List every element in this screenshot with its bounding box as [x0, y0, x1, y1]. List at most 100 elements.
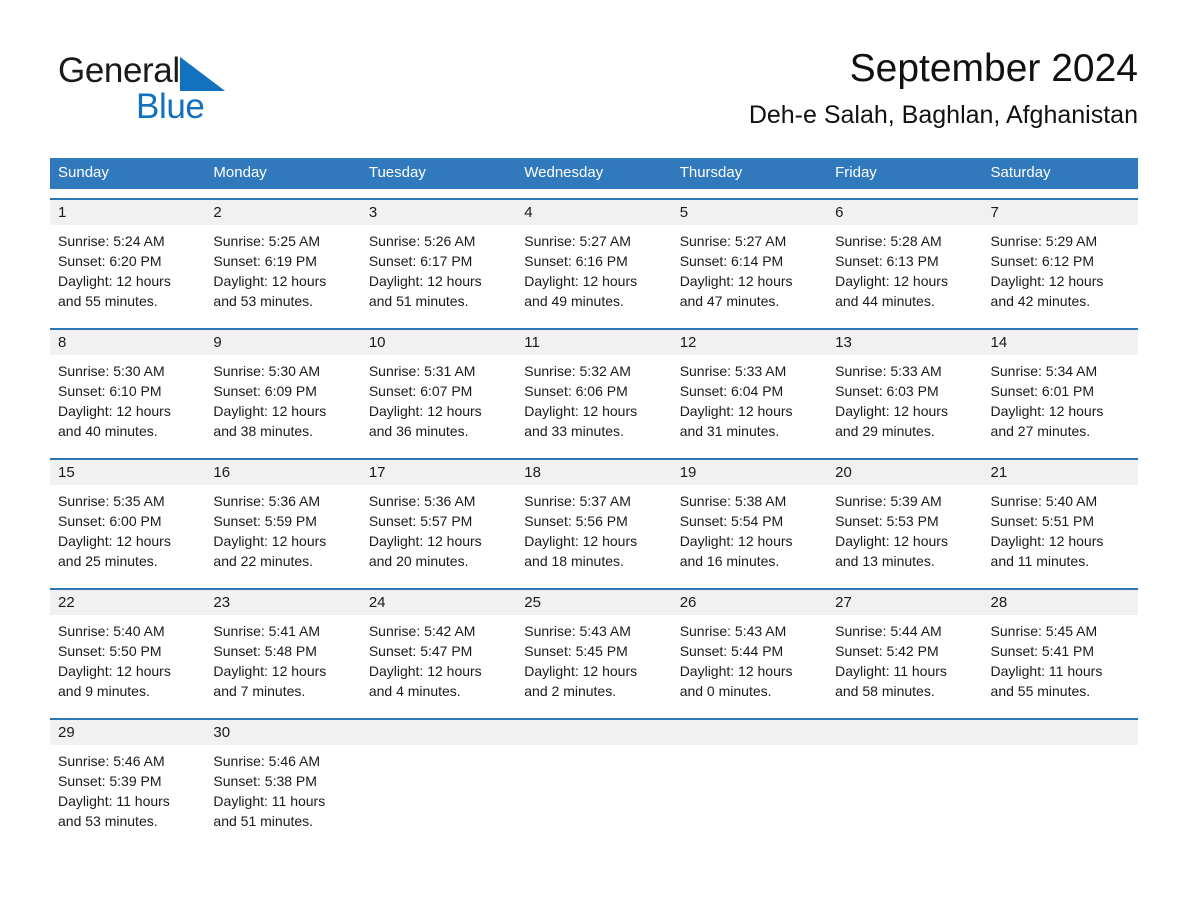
- day-number[interactable]: 25: [516, 590, 671, 615]
- daylight-text-line1: Daylight: 12 hours: [213, 663, 327, 679]
- daylight-text-line1: Daylight: 12 hours: [213, 403, 327, 419]
- daylight-text-line2: and 58 minutes.: [835, 683, 935, 699]
- day-number[interactable]: 12: [672, 330, 827, 355]
- day-number[interactable]: 23: [205, 590, 360, 615]
- sunrise-text: Sunrise: 5:46 AM: [58, 753, 165, 769]
- page-title: September 2024: [849, 47, 1138, 90]
- day-number[interactable]: 5: [672, 200, 827, 225]
- day-number[interactable]: 13: [827, 330, 982, 355]
- sunrise-text: Sunrise: 5:41 AM: [213, 623, 321, 639]
- day-cell[interactable]: Sunrise: 5:25 AM Sunset: 6:19 PM Dayligh…: [205, 225, 360, 319]
- daylight-text-line2: and 18 minutes.: [524, 553, 624, 569]
- daylight-text-line2: and 44 minutes.: [835, 293, 935, 309]
- brand-name-general: General: [58, 51, 180, 90]
- calendar-week-row: 1 2 3 4 5 6 7 Sunrise: 5:24 AM Sunset: 6…: [50, 198, 1138, 319]
- day-cell[interactable]: Sunrise: 5:27 AM Sunset: 6:14 PM Dayligh…: [672, 225, 827, 319]
- day-number[interactable]: 16: [205, 460, 360, 485]
- day-cell[interactable]: Sunrise: 5:34 AM Sunset: 6:01 PM Dayligh…: [983, 355, 1138, 449]
- sunset-text: Sunset: 6:13 PM: [835, 253, 939, 269]
- page-subtitle: Deh-e Salah, Baghlan, Afghanistan: [748, 101, 1138, 129]
- daylight-text-line2: and 47 minutes.: [679, 293, 780, 309]
- day-number[interactable]: 24: [361, 590, 516, 615]
- sunset-text: Sunset: 6:10 PM: [58, 383, 162, 399]
- day-number[interactable]: 15: [50, 460, 205, 485]
- day-cell[interactable]: Sunrise: 5:24 AM Sunset: 6:20 PM Dayligh…: [50, 225, 205, 319]
- day-cell[interactable]: Sunrise: 5:33 AM Sunset: 6:04 PM Dayligh…: [672, 355, 827, 449]
- day-number[interactable]: 9: [205, 330, 360, 355]
- day-number[interactable]: 10: [361, 330, 516, 355]
- sunrise-text: Sunrise: 5:40 AM: [990, 493, 1098, 509]
- day-cell[interactable]: Sunrise: 5:36 AM Sunset: 5:59 PM Dayligh…: [205, 485, 360, 579]
- day-number[interactable]: 26: [672, 590, 827, 615]
- day-cell[interactable]: Sunrise: 5:26 AM Sunset: 6:17 PM Dayligh…: [361, 225, 516, 319]
- day-cell[interactable]: Sunrise: 5:45 AM Sunset: 5:41 PM Dayligh…: [983, 615, 1138, 709]
- day-cell[interactable]: Sunrise: 5:36 AM Sunset: 5:57 PM Dayligh…: [361, 485, 516, 579]
- daylight-text-line1: Daylight: 12 hours: [990, 403, 1104, 419]
- day-number[interactable]: 20: [827, 460, 982, 485]
- day-cell[interactable]: Sunrise: 5:33 AM Sunset: 6:03 PM Dayligh…: [827, 355, 982, 449]
- day-number[interactable]: 18: [516, 460, 671, 485]
- day-number[interactable]: 29: [50, 720, 205, 745]
- daylight-text-line2: and 29 minutes.: [835, 423, 935, 439]
- calendar-grid: Sunday Monday Tuesday Wednesday Thursday…: [50, 158, 1138, 839]
- daylight-text-line1: Daylight: 12 hours: [679, 273, 793, 289]
- day-cell[interactable]: Sunrise: 5:43 AM Sunset: 5:44 PM Dayligh…: [672, 615, 827, 709]
- day-cell[interactable]: Sunrise: 5:42 AM Sunset: 5:47 PM Dayligh…: [361, 615, 516, 709]
- daylight-text-line1: Daylight: 12 hours: [524, 273, 638, 289]
- sunrise-text: Sunrise: 5:40 AM: [58, 623, 165, 639]
- day-number[interactable]: 17: [361, 460, 516, 485]
- day-number[interactable]: 1: [50, 200, 205, 225]
- day-cell[interactable]: Sunrise: 5:28 AM Sunset: 6:13 PM Dayligh…: [827, 225, 982, 319]
- day-number[interactable]: 6: [827, 200, 982, 225]
- day-cell[interactable]: Sunrise: 5:30 AM Sunset: 6:10 PM Dayligh…: [50, 355, 205, 449]
- day-cell[interactable]: Sunrise: 5:29 AM Sunset: 6:12 PM Dayligh…: [983, 225, 1138, 319]
- day-cell[interactable]: Sunrise: 5:40 AM Sunset: 5:50 PM Dayligh…: [50, 615, 205, 709]
- sunset-text: Sunset: 5:47 PM: [368, 643, 473, 659]
- day-cell[interactable]: Sunrise: 5:41 AM Sunset: 5:48 PM Dayligh…: [205, 615, 360, 709]
- day-number[interactable]: 28: [983, 590, 1138, 615]
- day-cell[interactable]: Sunrise: 5:46 AM Sunset: 5:39 PM Dayligh…: [50, 745, 205, 839]
- day-cell[interactable]: Sunrise: 5:31 AM Sunset: 6:07 PM Dayligh…: [361, 355, 516, 449]
- day-number[interactable]: 30: [205, 720, 360, 745]
- daylight-text-line1: Daylight: 12 hours: [679, 663, 793, 679]
- sunset-text: Sunset: 5:54 PM: [679, 513, 784, 529]
- daylight-text-line2: and 2 minutes.: [524, 683, 617, 699]
- week-date-band: 29 30: [50, 720, 1138, 745]
- day-number[interactable]: 19: [672, 460, 827, 485]
- day-number[interactable]: 3: [361, 200, 516, 225]
- week-date-band: 22 23 24 25 26 27 28: [50, 590, 1138, 615]
- day-number[interactable]: 14: [983, 330, 1138, 355]
- day-number[interactable]: 11: [516, 330, 671, 355]
- daylight-text-line2: and 53 minutes.: [58, 813, 158, 829]
- week-detail-row: Sunrise: 5:46 AM Sunset: 5:39 PM Dayligh…: [50, 745, 1138, 839]
- day-cell[interactable]: Sunrise: 5:46 AM Sunset: 5:38 PM Dayligh…: [205, 745, 360, 839]
- daylight-text-line2: and 27 minutes.: [990, 423, 1091, 439]
- day-cell[interactable]: Sunrise: 5:44 AM Sunset: 5:42 PM Dayligh…: [827, 615, 982, 709]
- day-number[interactable]: 2: [205, 200, 360, 225]
- daylight-text-line2: and 36 minutes.: [368, 423, 469, 439]
- daylight-text-line2: and 42 minutes.: [990, 293, 1091, 309]
- sunset-text: Sunset: 6:04 PM: [679, 383, 784, 399]
- daylight-text-line2: and 25 minutes.: [58, 553, 158, 569]
- day-number[interactable]: 4: [516, 200, 671, 225]
- day-cell[interactable]: Sunrise: 5:35 AM Sunset: 6:00 PM Dayligh…: [50, 485, 205, 579]
- daylight-text-line1: Daylight: 12 hours: [58, 403, 171, 419]
- day-cell[interactable]: Sunrise: 5:40 AM Sunset: 5:51 PM Dayligh…: [983, 485, 1138, 579]
- day-cell[interactable]: Sunrise: 5:32 AM Sunset: 6:06 PM Dayligh…: [516, 355, 671, 449]
- day-cell[interactable]: Sunrise: 5:43 AM Sunset: 5:45 PM Dayligh…: [516, 615, 671, 709]
- day-number[interactable]: 27: [827, 590, 982, 615]
- brand-logo[interactable]: General Blue: [58, 52, 358, 142]
- day-number[interactable]: 8: [50, 330, 205, 355]
- day-cell[interactable]: Sunrise: 5:30 AM Sunset: 6:09 PM Dayligh…: [205, 355, 360, 449]
- daylight-text-line2: and 11 minutes.: [990, 553, 1090, 569]
- day-number[interactable]: 7: [983, 200, 1138, 225]
- day-number[interactable]: 22: [50, 590, 205, 615]
- sunrise-text: Sunrise: 5:30 AM: [213, 363, 321, 379]
- day-cell[interactable]: Sunrise: 5:37 AM Sunset: 5:56 PM Dayligh…: [516, 485, 671, 579]
- weekday-header-monday: Monday: [213, 164, 267, 181]
- day-cell[interactable]: Sunrise: 5:38 AM Sunset: 5:54 PM Dayligh…: [672, 485, 827, 579]
- page-header: General Blue September 2024 Deh-e Salah,…: [50, 46, 1138, 146]
- day-cell[interactable]: Sunrise: 5:39 AM Sunset: 5:53 PM Dayligh…: [827, 485, 982, 579]
- day-number[interactable]: 21: [983, 460, 1138, 485]
- day-cell[interactable]: Sunrise: 5:27 AM Sunset: 6:16 PM Dayligh…: [516, 225, 671, 319]
